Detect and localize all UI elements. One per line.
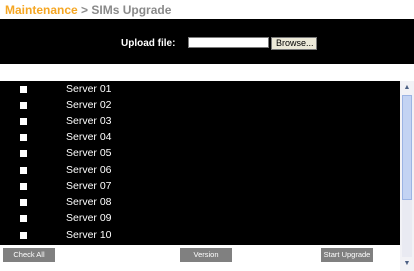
- server-checkbox[interactable]: [20, 215, 27, 222]
- server-label: Server 06: [66, 164, 112, 176]
- server-checkbox[interactable]: [20, 102, 27, 109]
- upload-file-label: Upload file:: [121, 38, 176, 49]
- server-label: Server 05: [66, 147, 112, 159]
- server-checkbox[interactable]: [20, 150, 27, 157]
- server-checkbox[interactable]: [20, 86, 27, 93]
- server-row[interactable]: Server 01: [0, 83, 400, 99]
- server-label: Server 08: [66, 196, 112, 208]
- server-label: Server 09: [66, 212, 112, 224]
- breadcrumb-separator: >: [81, 3, 89, 17]
- breadcrumb-current-page: SIMs Upgrade: [91, 3, 172, 17]
- server-checkbox[interactable]: [20, 232, 27, 239]
- server-label: Server 01: [66, 83, 112, 95]
- breadcrumb: Maintenance > SIMs Upgrade: [5, 3, 171, 17]
- server-checkbox[interactable]: [20, 134, 27, 141]
- server-label: Server 10: [66, 229, 112, 241]
- server-row[interactable]: Server 04: [0, 131, 400, 147]
- scroll-up-icon[interactable]: ▲: [402, 82, 412, 94]
- server-label: Server 04: [66, 131, 112, 143]
- server-row[interactable]: Server 05: [0, 147, 400, 163]
- server-row[interactable]: Server 07: [0, 180, 400, 196]
- server-row[interactable]: Server 03: [0, 115, 400, 131]
- version-button[interactable]: Version: [180, 248, 232, 262]
- breadcrumb-maintenance-link[interactable]: Maintenance: [5, 3, 78, 17]
- server-label: Server 02: [66, 99, 112, 111]
- server-list: Server 01 Server 02 Server 03 Server 04 …: [0, 81, 414, 245]
- server-row[interactable]: Server 08: [0, 196, 400, 212]
- upload-panel: Upload file: Browse...: [0, 19, 414, 64]
- scroll-thumb[interactable]: [402, 95, 412, 200]
- server-row[interactable]: Server 02: [0, 99, 400, 115]
- server-label: Server 03: [66, 115, 112, 127]
- server-checkbox[interactable]: [20, 118, 27, 125]
- server-row[interactable]: Server 10: [0, 229, 400, 245]
- server-row[interactable]: Server 09: [0, 212, 400, 228]
- scroll-down-icon[interactable]: ▼: [402, 258, 412, 270]
- server-checkbox[interactable]: [20, 199, 27, 206]
- server-list-scrollbar[interactable]: ▲ ▼: [400, 81, 414, 271]
- check-all-button[interactable]: Check All: [3, 248, 55, 262]
- start-upgrade-button[interactable]: Start Upgrade: [321, 248, 373, 262]
- server-label: Server 07: [66, 180, 112, 192]
- server-row[interactable]: Server 06: [0, 164, 400, 180]
- footer-toolbar: Check All Version Start Upgrade: [0, 247, 400, 271]
- browse-button[interactable]: Browse...: [271, 37, 317, 50]
- upload-file-input[interactable]: [188, 37, 269, 48]
- server-checkbox[interactable]: [20, 167, 27, 174]
- server-checkbox[interactable]: [20, 183, 27, 190]
